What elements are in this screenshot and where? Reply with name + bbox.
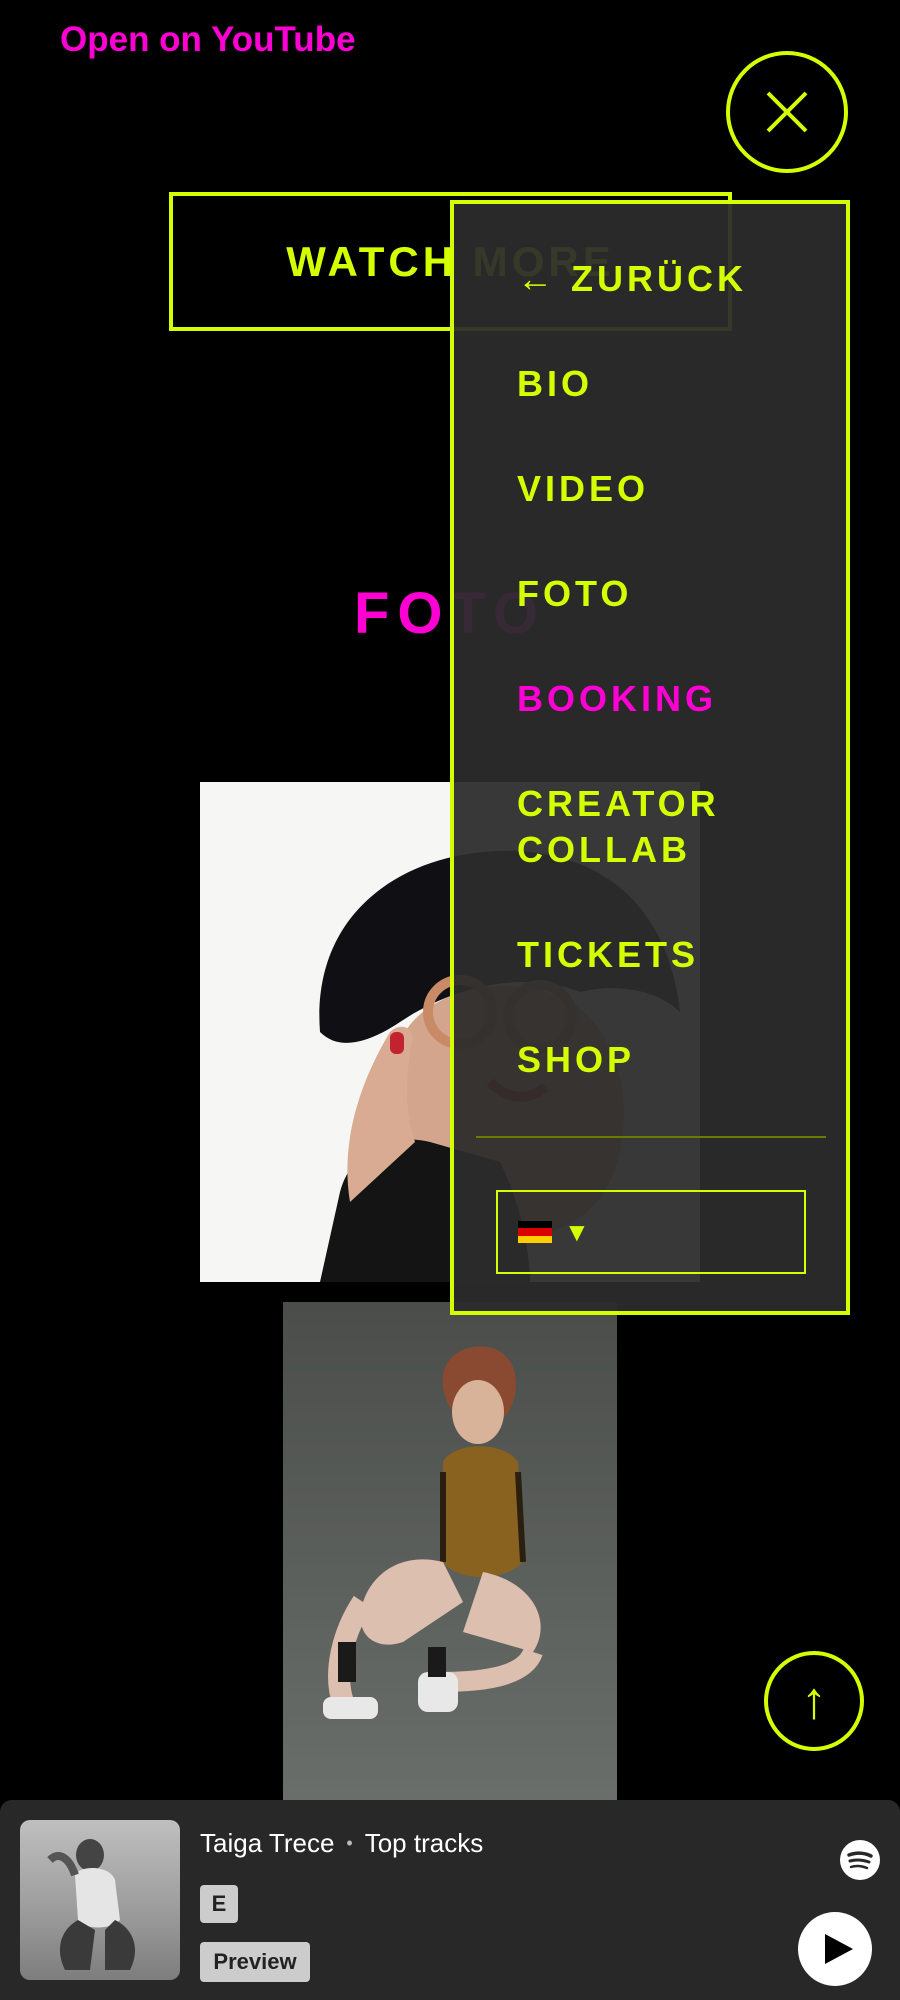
spotify-icon[interactable] bbox=[840, 1840, 880, 1880]
open-on-youtube-link[interactable]: Open on YouTube bbox=[60, 20, 356, 60]
menu-item-bio[interactable]: BIO bbox=[517, 361, 593, 407]
photo-woman-sitting-illustration bbox=[323, 1346, 543, 1719]
menu-item-video[interactable]: VIDEO bbox=[517, 466, 649, 512]
album-cover[interactable] bbox=[20, 1820, 180, 1980]
menu-item-shop[interactable]: SHOP bbox=[517, 1037, 635, 1083]
explicit-badge: E bbox=[200, 1885, 238, 1923]
menu-item-creator-collab[interactable]: CREATOR COLLAB bbox=[517, 781, 720, 873]
play-icon bbox=[825, 1934, 853, 1964]
menu-item-foto[interactable]: FOTO bbox=[517, 571, 632, 617]
menu-item-back[interactable]: ← ZURÜCK bbox=[517, 256, 747, 302]
menu-item-tickets[interactable]: TICKETS bbox=[517, 932, 699, 978]
close-icon bbox=[766, 91, 808, 133]
caret-down-icon: ▼ bbox=[564, 1217, 590, 1247]
playlist-name[interactable]: Top tracks bbox=[365, 1828, 484, 1859]
artist-name[interactable]: Taiga Trece bbox=[200, 1828, 334, 1859]
navigation-menu: ← ZURÜCK BIO VIDEO FOTO BOOKING CREATOR … bbox=[450, 200, 850, 1315]
germany-flag-icon bbox=[518, 1221, 552, 1243]
close-menu-button[interactable] bbox=[726, 51, 848, 173]
album-cover-illustration bbox=[47, 1839, 135, 1970]
scroll-to-top-button[interactable]: ↑ bbox=[764, 1651, 864, 1751]
arrow-up-icon: ↑ bbox=[801, 1672, 827, 1730]
track-info: Taiga Trece • Top tracks bbox=[200, 1828, 483, 1859]
preview-badge: Preview bbox=[200, 1942, 310, 1982]
spotify-player: Taiga Trece • Top tracks E Preview bbox=[0, 1800, 900, 2000]
spotify-logo bbox=[847, 1851, 873, 1870]
photo-woman-sitting[interactable] bbox=[283, 1302, 617, 1800]
play-button[interactable] bbox=[798, 1912, 872, 1986]
language-select[interactable]: ▼ bbox=[496, 1190, 806, 1274]
menu-divider bbox=[476, 1136, 826, 1138]
separator-dot: • bbox=[346, 1833, 353, 1853]
menu-item-booking[interactable]: BOOKING bbox=[517, 676, 717, 722]
